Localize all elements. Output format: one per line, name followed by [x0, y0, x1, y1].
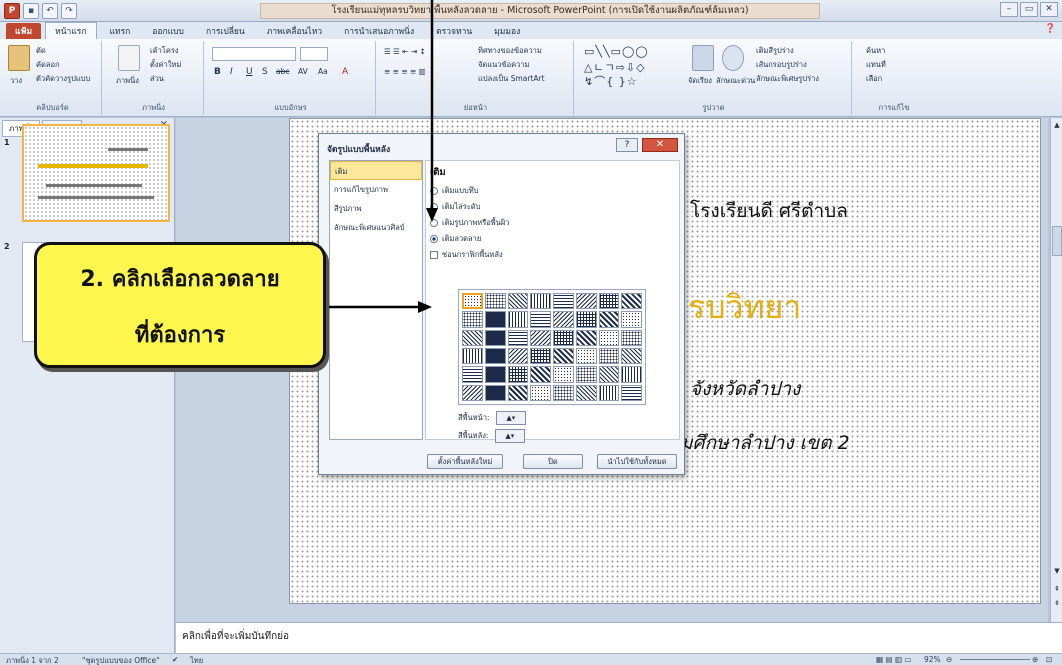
callout-line2: ที่ต้องการ [134, 323, 226, 348]
callout-arrow-head [418, 301, 432, 313]
callout-line1: 2. คลิกเลือกลวดลาย [80, 267, 280, 292]
top-arrow-head [426, 208, 438, 222]
instruction-callout: 2. คลิกเลือกลวดลาย ที่ต้องการ [34, 242, 326, 368]
